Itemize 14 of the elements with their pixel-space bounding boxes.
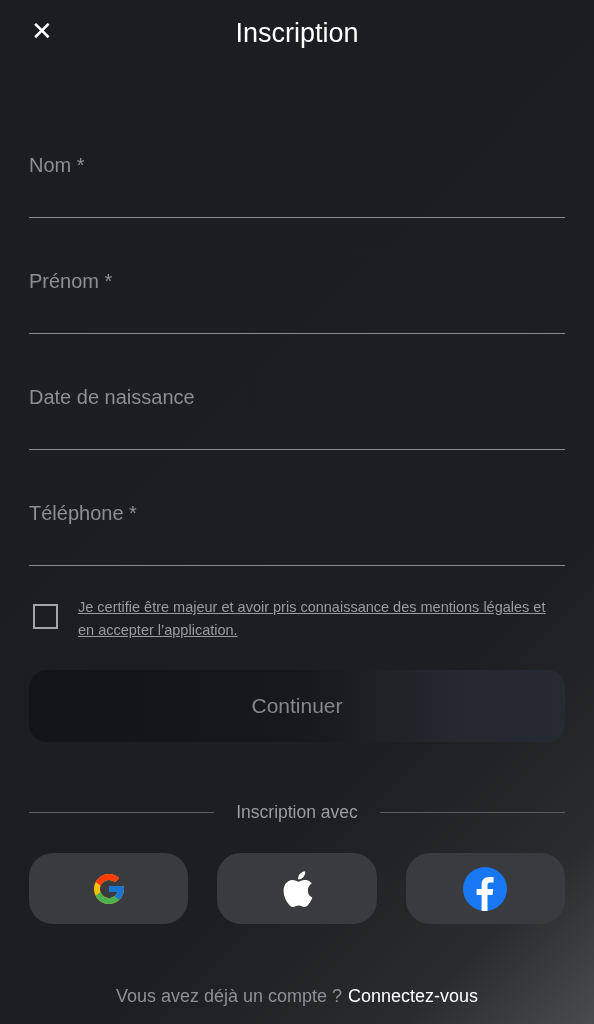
checkbox[interactable]	[33, 604, 58, 629]
input-field[interactable]: Nom *	[29, 132, 565, 218]
social-button[interactable]	[217, 853, 377, 924]
facebook-icon	[463, 866, 508, 911]
input-field[interactable]: Téléphone *	[29, 480, 565, 566]
close-button[interactable]: ✕	[25, 14, 59, 48]
footer-question: Vous avez déjà un compte ?	[115, 986, 343, 1007]
screen-title: Inscription	[235, 17, 359, 49]
input-field[interactable]: Prénom *	[29, 248, 565, 334]
consent-text[interactable]: Je certifie être majeur et avoir pris connaissance des mentions légales et en accepter l’application.	[78, 596, 565, 642]
input-field[interactable]: Date de naissance	[29, 364, 565, 450]
divider-label: Inscription avec	[236, 802, 358, 823]
login-link[interactable]: Connectez-vous	[348, 986, 479, 1007]
social-button[interactable]	[405, 853, 565, 924]
